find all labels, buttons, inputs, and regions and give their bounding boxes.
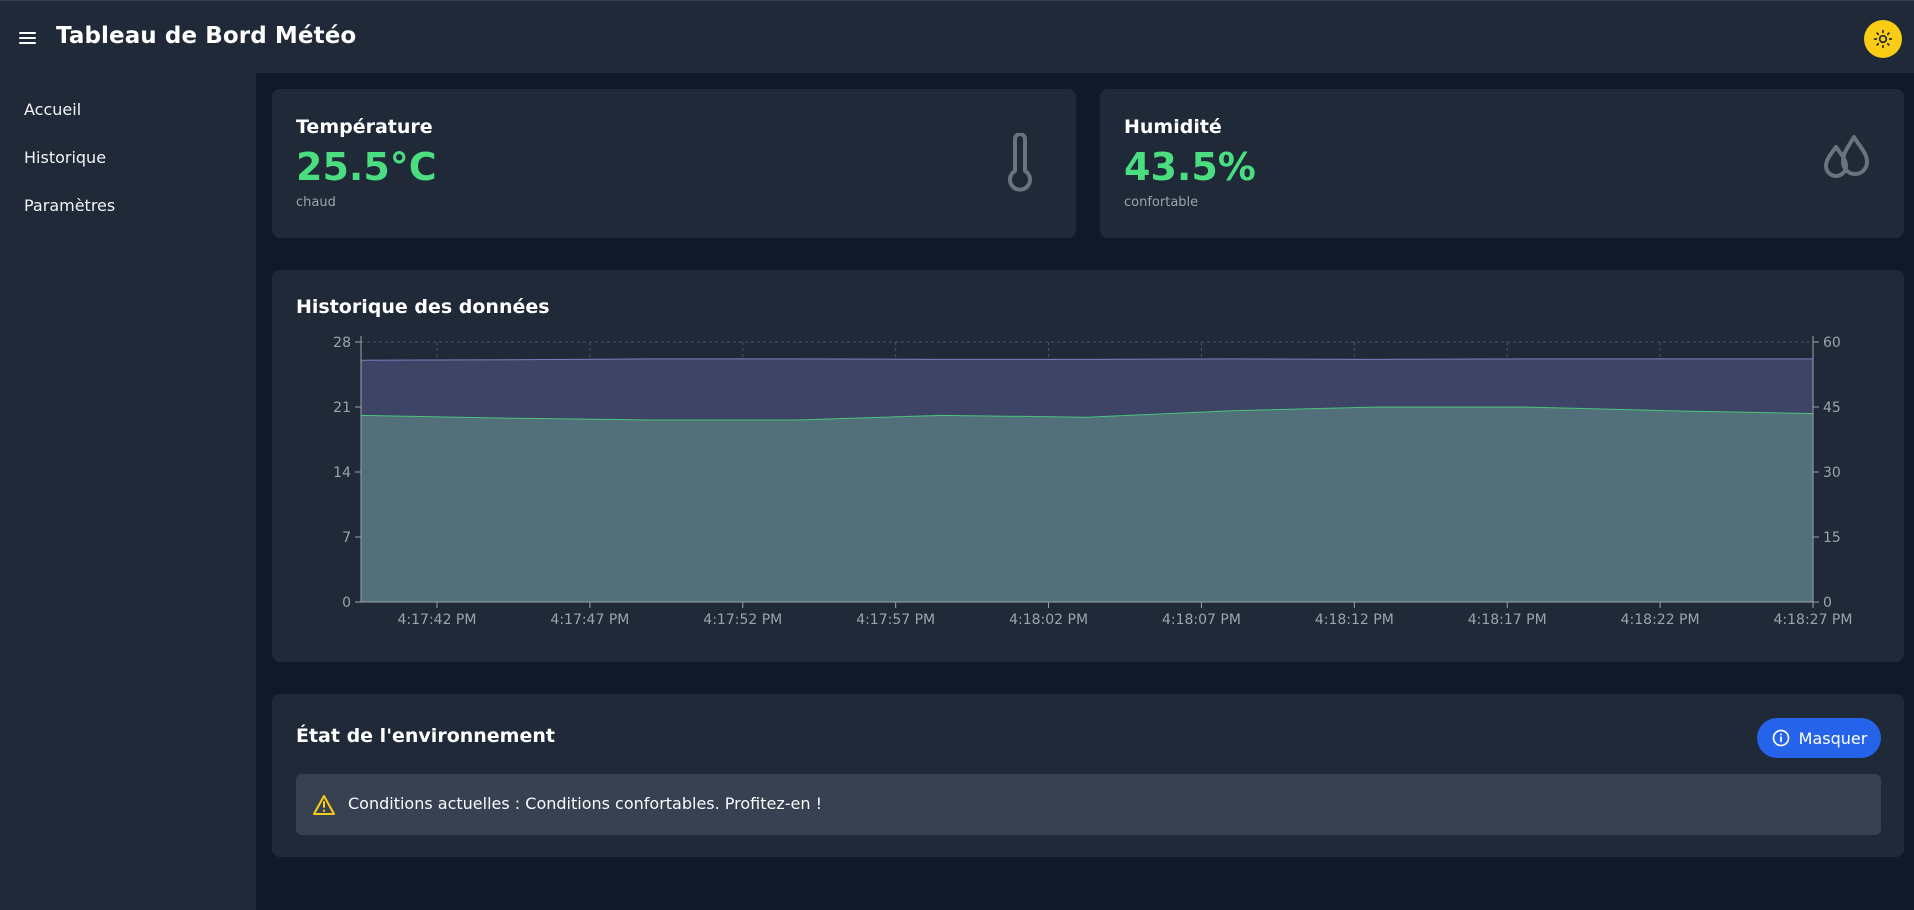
y-right-tick-label: 30 [1823,465,1841,481]
humidity-title: Humidité [1124,116,1222,138]
warning-icon [313,795,335,815]
temperature-value: 25.5°C [296,145,437,189]
hamburger-menu-icon[interactable] [16,27,40,49]
sidebar: Accueil Historique Paramètres [0,73,256,910]
temperature-card: Température 25.5°C chaud [272,89,1076,238]
x-tick-label: 4:17:47 PM [550,612,629,628]
sun-icon [1873,29,1893,49]
temperature-title: Température [296,116,433,138]
y-right-tick-label: 45 [1823,400,1841,416]
app-title: Tableau de Bord Météo [56,23,357,49]
x-tick-label: 4:18:12 PM [1315,612,1394,628]
history-card: Historique des données 0 7 14 21 28 0 15 30 45 60… [272,270,1904,662]
app-header: Tableau de Bord Météo [0,0,1914,73]
y-left-tick-label: 21 [333,400,351,416]
y-left-tick-label: 14 [333,465,351,481]
x-tick-label: 4:18:17 PM [1468,612,1547,628]
x-tick-label: 4:17:42 PM [398,612,477,628]
theme-toggle-button[interactable] [1864,20,1902,58]
x-tick-label: 4:18:02 PM [1009,612,1088,628]
history-chart: 0 7 14 21 28 0 15 30 45 60 4:17:42 PM 4:17:47 PM 4:1… [333,335,1853,628]
x-tick-label: 4:18:22 PM [1621,612,1700,628]
sidebar-item-parametres[interactable]: Paramètres [24,196,115,215]
thermometer-icon [1008,133,1032,192]
y-left-tick-label: 7 [342,530,351,546]
humidity-value: 43.5% [1124,145,1256,189]
droplets-icon [1824,135,1869,178]
temperature-status: chaud [296,195,336,210]
x-tick-label: 4:18:27 PM [1774,612,1853,628]
environment-alert: Conditions actuelles : Conditions confor… [296,774,1881,835]
y-left-tick-label: 28 [333,335,351,351]
sidebar-item-accueil[interactable]: Accueil [24,100,81,119]
info-icon [1772,729,1789,747]
x-tick-label: 4:18:07 PM [1162,612,1241,628]
x-tick-label: 4:17:57 PM [856,612,935,628]
humidity-card: Humidité 43.5% confortable [1100,89,1904,238]
sidebar-item-historique[interactable]: Historique [24,148,106,167]
y-right-tick-label: 15 [1823,530,1841,546]
y-right-tick-label: 0 [1823,595,1832,611]
x-tick-label: 4:17:52 PM [703,612,782,628]
hide-button[interactable]: Masquer [1757,718,1881,758]
temperature-area [361,407,1813,602]
y-right-tick-label: 60 [1823,335,1841,351]
environment-alert-text: Conditions actuelles : Conditions confor… [348,794,823,813]
environment-card: État de l'environnement Masquer Conditio… [272,694,1904,857]
environment-title: État de l'environnement [296,725,555,747]
humidity-status: confortable [1124,195,1199,210]
y-left-tick-label: 0 [342,595,351,611]
hide-button-label: Masquer [1798,728,1868,748]
